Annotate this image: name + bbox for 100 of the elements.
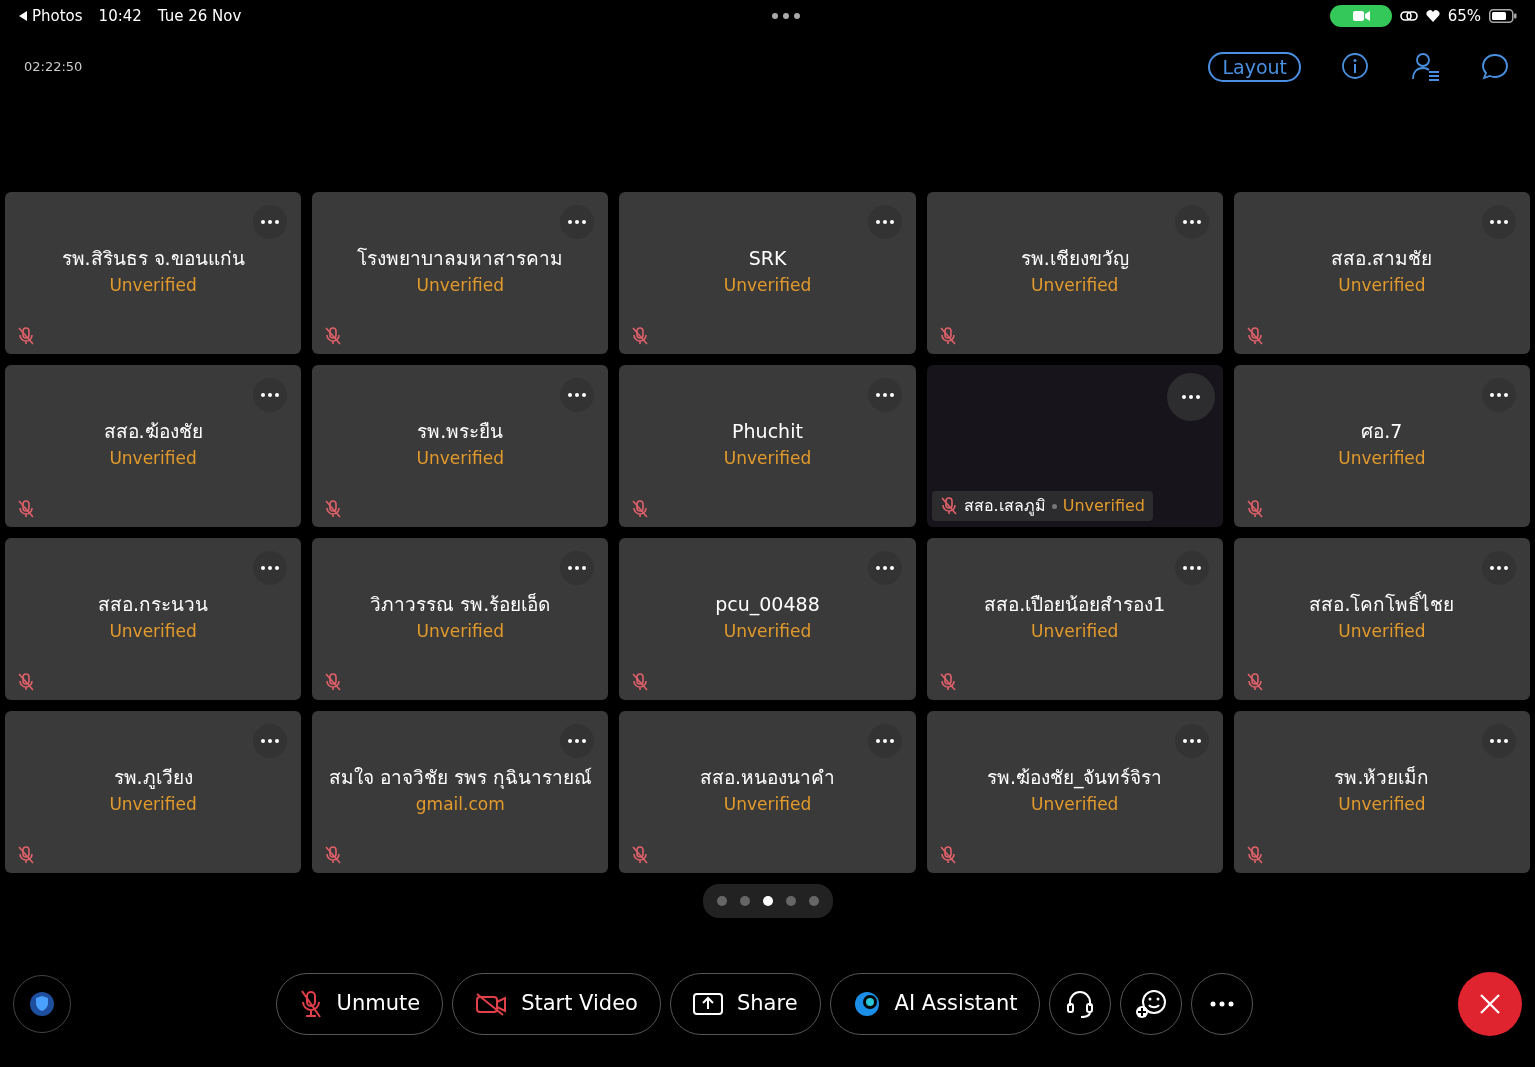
participant-name: รพ.ภูเวียง bbox=[113, 765, 193, 791]
participants-icon[interactable] bbox=[1411, 52, 1441, 82]
chat-icon[interactable] bbox=[1481, 52, 1511, 82]
more-button[interactable] bbox=[1482, 205, 1516, 239]
verification-status: Unverified bbox=[416, 273, 504, 297]
verification-status: Unverified bbox=[723, 446, 812, 470]
battery-percent: 65% bbox=[1447, 5, 1481, 27]
more-icon bbox=[875, 566, 894, 570]
more-icon bbox=[1210, 1001, 1235, 1007]
participant-name: ศอ.7 bbox=[1361, 419, 1403, 444]
more-icon bbox=[568, 739, 587, 743]
page-dot[interactable] bbox=[739, 896, 750, 906]
close-icon bbox=[1479, 993, 1501, 1015]
heart-icon bbox=[1425, 10, 1440, 22]
clock: 10:42 bbox=[98, 5, 142, 27]
more-button[interactable] bbox=[253, 551, 288, 585]
more-button[interactable] bbox=[1166, 373, 1215, 421]
info-icon[interactable] bbox=[1341, 52, 1371, 82]
more-button[interactable] bbox=[560, 724, 595, 758]
participant-name: สสอ.โคกโพธิ์ไชย bbox=[1309, 590, 1455, 617]
share-button[interactable]: Share bbox=[669, 973, 821, 1035]
page-dot[interactable] bbox=[762, 896, 773, 906]
participant-name: สมใจ อาจวิชัย รพร กุฉินารายณ์ bbox=[328, 765, 592, 791]
verification-status: Unverified bbox=[1338, 792, 1426, 816]
more-button[interactable] bbox=[253, 205, 288, 239]
more-icon bbox=[1182, 739, 1201, 743]
link-icon bbox=[1399, 10, 1418, 22]
verification-status: Unverified bbox=[1031, 273, 1119, 297]
verification-status: Unverified bbox=[109, 619, 197, 643]
participant-name: รพ.เชียงขวัญ bbox=[1020, 246, 1129, 271]
participant-name: สสอ.กระนวน bbox=[98, 592, 209, 617]
more-button[interactable] bbox=[560, 551, 595, 585]
muted-mic-icon bbox=[298, 989, 323, 1019]
camera-in-use-icon bbox=[1329, 5, 1392, 27]
more-button[interactable] bbox=[253, 724, 288, 758]
verification-status: Unverified bbox=[1338, 273, 1426, 297]
date: Tue 26 Nov bbox=[157, 5, 242, 27]
participant-name: รพ.ห้วยเม็ก bbox=[1334, 765, 1430, 790]
more-button[interactable] bbox=[867, 378, 902, 412]
more-button[interactable] bbox=[253, 378, 288, 412]
ai-assistant-icon bbox=[852, 990, 881, 1018]
more-button[interactable] bbox=[1482, 378, 1516, 412]
participant-name: รพ.สิรินธร จ.ขอนแก่น bbox=[61, 246, 245, 271]
more-button[interactable] bbox=[560, 205, 595, 239]
unmute-button[interactable]: Unmute bbox=[275, 973, 444, 1035]
more-button[interactable] bbox=[867, 724, 902, 758]
more-button[interactable] bbox=[1174, 205, 1209, 239]
verification-status: Unverified bbox=[1062, 495, 1145, 517]
battery-icon bbox=[1489, 9, 1517, 23]
multitasking-icon bbox=[770, 12, 801, 20]
more-icon bbox=[261, 220, 280, 224]
verification-status: Unverified bbox=[1338, 619, 1426, 643]
verification-status: gmail.com bbox=[415, 792, 505, 816]
verification-status: Unverified bbox=[723, 619, 812, 643]
more-button[interactable] bbox=[867, 551, 902, 585]
participant-name: สสอ.ฆ้องชัย bbox=[103, 419, 203, 444]
more-icon bbox=[261, 739, 280, 743]
verification-status: Unverified bbox=[1031, 792, 1119, 816]
more-icon bbox=[1490, 393, 1508, 397]
participant-name: โรงพยาบาลมหาสารคาม bbox=[357, 246, 564, 271]
participant-name: วิภาวรรณ รพ.ร้อยเอ็ด bbox=[370, 592, 551, 617]
participant-name: รพ.ฆ้องชัย_จันทร์จิรา bbox=[986, 765, 1163, 791]
ai-assistant-button[interactable]: AI Assistant bbox=[829, 973, 1041, 1035]
more-icon bbox=[1181, 395, 1200, 399]
call-timer: 02:22:50 bbox=[24, 58, 83, 77]
more-button[interactable] bbox=[1174, 551, 1209, 585]
participant-name: pcu_00488 bbox=[715, 592, 820, 618]
video-off-icon bbox=[475, 992, 508, 1016]
more-button[interactable] bbox=[867, 205, 902, 239]
headset-icon bbox=[1065, 988, 1096, 1020]
more-icon bbox=[1490, 739, 1508, 743]
more-button[interactable] bbox=[1482, 551, 1516, 585]
page-dot[interactable] bbox=[808, 896, 819, 906]
more-button[interactable] bbox=[560, 378, 595, 412]
shield-icon bbox=[29, 990, 55, 1018]
verification-status: Unverified bbox=[723, 273, 812, 297]
share-icon bbox=[692, 992, 723, 1016]
participant-name: รพ.พระยืน bbox=[417, 419, 504, 444]
more-button[interactable] bbox=[1174, 724, 1209, 758]
page-dot[interactable] bbox=[785, 896, 796, 906]
more-icon bbox=[875, 220, 894, 224]
verification-status: Unverified bbox=[1338, 446, 1426, 470]
participant-name: สสอ.เปือยน้อยสำรอง1 bbox=[984, 592, 1166, 617]
more-button[interactable] bbox=[1482, 724, 1516, 758]
verification-status: Unverified bbox=[109, 446, 197, 470]
layout-button[interactable]: Layout bbox=[1208, 52, 1301, 82]
verification-status: Unverified bbox=[416, 619, 504, 643]
add-reaction-icon bbox=[1134, 988, 1169, 1020]
verification-status: Unverified bbox=[1031, 619, 1119, 643]
verification-status: Unverified bbox=[109, 792, 197, 816]
more-icon bbox=[568, 566, 587, 570]
more-icon bbox=[1490, 566, 1508, 570]
back-link[interactable]: Photos bbox=[32, 4, 83, 28]
more-icon bbox=[1490, 220, 1508, 224]
start-video-button[interactable]: Start Video bbox=[452, 973, 661, 1035]
more-icon bbox=[875, 739, 894, 743]
verification-status: Unverified bbox=[416, 446, 504, 470]
participant-name: สสอ.สามชัย bbox=[1331, 246, 1433, 271]
page-dot[interactable] bbox=[716, 896, 727, 906]
back-icon bbox=[18, 10, 28, 22]
